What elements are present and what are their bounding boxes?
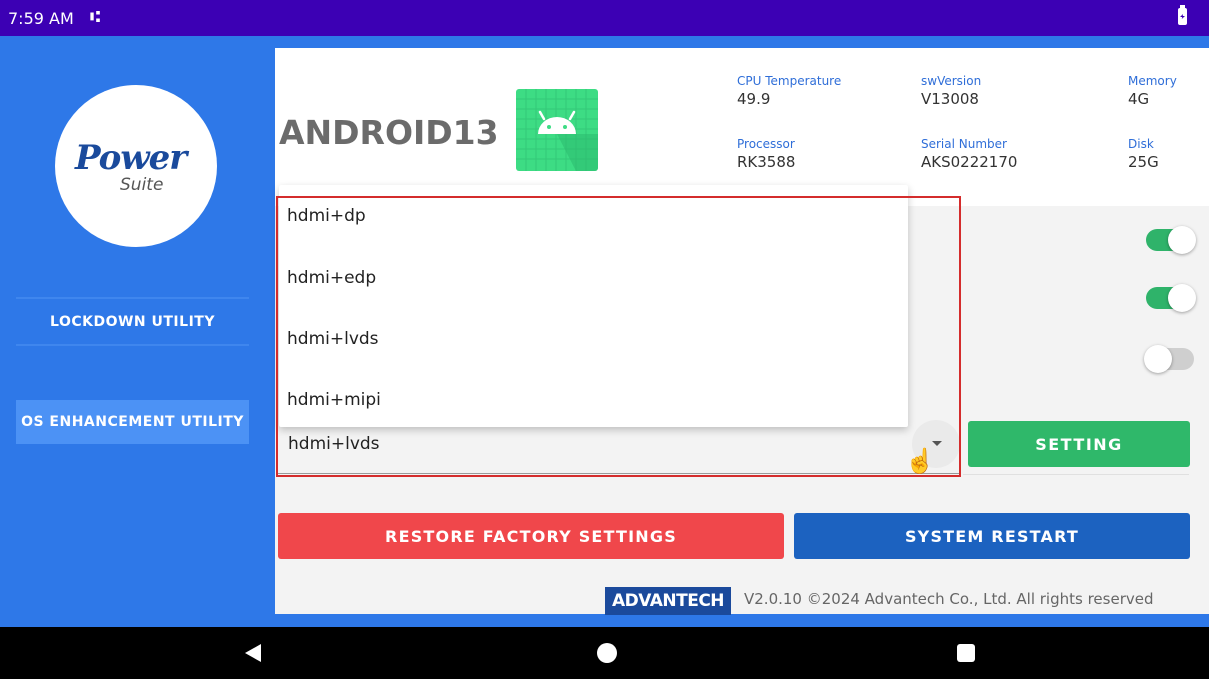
- copyright-text: V2.0.10 ©2024 Advantech Co., Ltd. All ri…: [744, 590, 1154, 608]
- logo-sub-text: Suite: [120, 175, 164, 195]
- feature-toggle-2[interactable]: [1146, 284, 1196, 312]
- sidebar-item-os-enhancement-utility[interactable]: OS ENHANCEMENT UTILITY: [16, 400, 249, 444]
- sidebar-divider: [16, 297, 249, 299]
- memory-value: 4G: [1128, 90, 1150, 108]
- system-restart-button[interactable]: SYSTEM RESTART: [794, 513, 1190, 559]
- logo-brand-text: Power: [75, 138, 187, 178]
- usb-icon: ⑆: [90, 7, 101, 26]
- restore-factory-settings-button[interactable]: RESTORE FACTORY SETTINGS: [278, 513, 784, 559]
- serial-number-value: AKS0222170: [921, 153, 1018, 171]
- cpu-temperature-label: CPU Temperature: [737, 74, 842, 88]
- home-icon[interactable]: [597, 643, 617, 663]
- divider: [963, 474, 1189, 475]
- sidebar-divider: [16, 344, 249, 346]
- feature-toggle-3[interactable]: [1144, 345, 1194, 373]
- sidebar-item-label: OS ENHANCEMENT UTILITY: [21, 414, 244, 430]
- setting-button[interactable]: SETTING: [968, 421, 1190, 467]
- highlight-annotation: [276, 196, 961, 477]
- toggle-knob: [1168, 284, 1196, 312]
- toggle-knob: [1168, 226, 1196, 254]
- clock: 7:59 AM: [8, 9, 74, 28]
- disk-value: 25G: [1128, 153, 1159, 171]
- sw-version-label: swVersion: [921, 74, 982, 88]
- disk-label: Disk: [1128, 137, 1154, 151]
- processor-value: RK3588: [737, 153, 796, 171]
- recent-apps-icon[interactable]: [957, 644, 975, 662]
- battery-charging-icon: [1178, 5, 1187, 25]
- advantech-logo: ADVANTECH: [605, 587, 731, 615]
- serial-number-label: Serial Number: [921, 137, 1007, 151]
- feature-toggle-1[interactable]: [1146, 226, 1196, 254]
- cpu-temperature-value: 49.9: [737, 90, 771, 108]
- android-icon: [516, 89, 598, 171]
- processor-label: Processor: [737, 137, 795, 151]
- sw-version-value: V13008: [921, 90, 979, 108]
- memory-label: Memory: [1128, 74, 1177, 88]
- back-icon[interactable]: [245, 644, 261, 662]
- page-title: ANDROID13: [279, 113, 499, 152]
- toggle-knob: [1144, 345, 1172, 373]
- status-bar: 7:59 AM ⑆: [0, 0, 1209, 36]
- sidebar-item-lockdown-utility[interactable]: LOCKDOWN UTILITY: [16, 300, 249, 344]
- sidebar-item-label: LOCKDOWN UTILITY: [50, 314, 215, 330]
